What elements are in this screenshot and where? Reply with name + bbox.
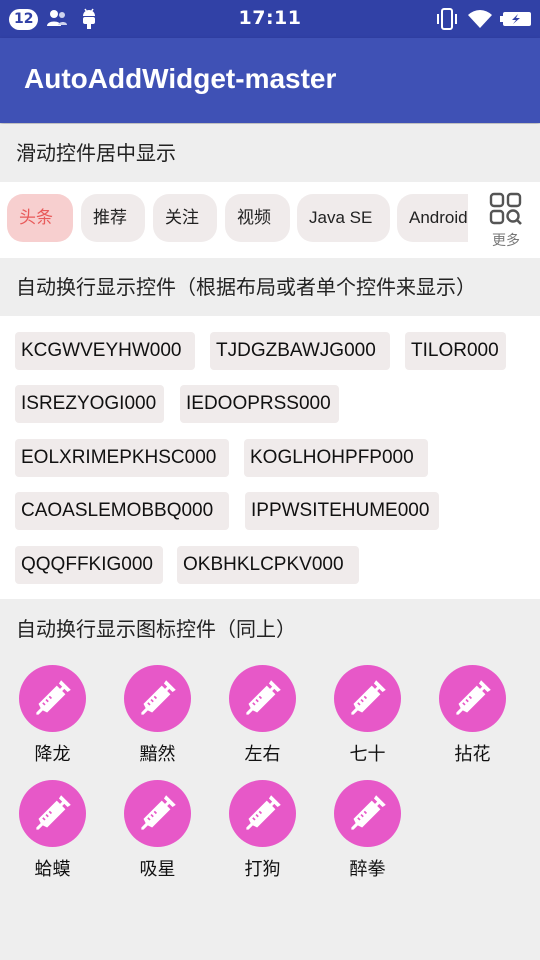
syringe-icon [19,780,86,847]
more-label: 更多 [492,233,520,249]
tab-shipin[interactable]: 视频 [225,194,290,242]
tag-item[interactable]: TILOR000 [405,332,506,370]
tag-item[interactable]: KCGWVEYHW000 [15,332,195,370]
icon-label: 醉拳 [349,859,386,880]
syringe-icon [124,665,191,732]
tab-scroll-area[interactable]: 头条 推荐 关注 视频 Java SE Android [0,182,468,258]
icon-label: 左右 [244,744,281,765]
tag-item[interactable]: IPPWSITEHUME000 [245,492,439,530]
tab-guanzhu[interactable]: 关注 [153,194,217,242]
status-bar: 12 17:11 [0,0,540,38]
tag-item[interactable]: KOGLHOHPFP000 [244,439,428,477]
status-time: 17:11 [238,7,302,29]
syringe-icon [229,780,296,847]
tag-item[interactable]: TJDGZBAWJG000 [210,332,390,370]
syringe-icon [334,780,401,847]
tag-item[interactable]: IEDOOPRSS000 [180,385,339,423]
syringe-icon [334,665,401,732]
section-header-scroll-center: 滑动控件居中显示 [0,124,540,182]
tab-tuijian[interactable]: 推荐 [81,194,145,242]
tab-toutiao[interactable]: 头条 [7,194,73,242]
more-tabs-button[interactable]: 更多 [486,192,526,250]
icon-label: 蛤蟆 [34,859,71,880]
icon-label: 七十 [349,744,386,765]
section-header-auto-wrap-icons: 自动换行显示图标控件（同上） [0,600,540,658]
battery-charging-icon [500,11,532,31]
section-header-auto-wrap: 自动换行显示控件（根据布局或者单个控件来显示） [0,258,540,316]
syringe-icon [439,665,506,732]
tag-item[interactable]: OKBHKLCPKV000 [177,546,359,584]
scroll-tab-bar[interactable]: 头条 推荐 关注 视频 Java SE Android [0,182,540,258]
icon-label: 降龙 [34,744,71,765]
wifi-icon [467,8,493,34]
app-bar: AutoAddWidget-master [0,38,540,123]
icon-label: 黯然 [139,744,176,765]
icon-label: 吸星 [139,859,176,880]
app-title: AutoAddWidget-master [24,63,337,94]
icon-label: 拈花 [454,744,491,765]
vibrate-icon [435,8,459,34]
syringe-icon [229,665,296,732]
syringe-icon [19,665,86,732]
tag-item[interactable]: EOLXRIMEPKHSC000 [15,439,229,477]
tab-java-se[interactable]: Java SE [297,194,390,242]
tag-item[interactable]: ISREZYOGI000 [15,385,164,423]
syringe-icon [124,780,191,847]
auto-wrap-tag-panel: KCGWVEYHW000 TJDGZBAWJG000 TILOR000 ISRE… [0,316,540,599]
grid-search-icon [489,192,523,230]
tag-item[interactable]: QQQFFKIG000 [15,546,163,584]
tab-android[interactable]: Android [397,194,468,242]
icon-label: 打狗 [244,859,281,880]
tag-item[interactable]: CAOASLEMOBBQ000 [15,492,229,530]
